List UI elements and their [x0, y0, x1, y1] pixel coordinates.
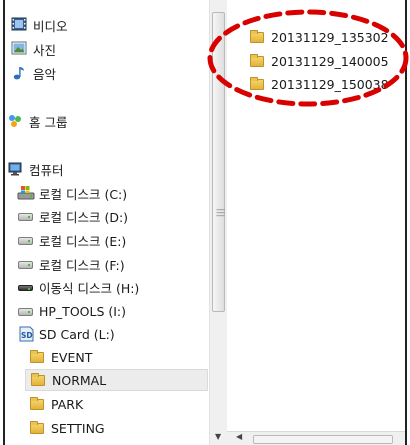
nav-item-folder-event[interactable]: EVENT [29, 346, 92, 368]
removable-drive-icon [17, 279, 35, 295]
homegroup-icon [7, 113, 25, 129]
nav-item-drive-i[interactable]: HP_TOOLS (I:) [17, 300, 126, 322]
nav-item-folder-park[interactable]: PARK [29, 393, 83, 415]
nav-item-label: 홈 그룹 [29, 114, 68, 130]
nav-item-label: SD Card (L:) [39, 326, 115, 342]
folder-icon [29, 420, 47, 436]
grip-icon: — — — [216, 205, 225, 221]
system-drive-icon [17, 185, 35, 201]
nav-item-label: 컴퓨터 [29, 162, 64, 178]
nav-item-label: PARK [51, 396, 84, 412]
navigation-pane: 비디오 사진 음악 홈 그룹 컴퓨터 로컬 디스크 (C:) 로컬 디스크 (D… [5, 0, 209, 445]
hard-drive-icon [17, 256, 35, 272]
nav-item-drive-e[interactable]: 로컬 디스크 (E:) [17, 229, 126, 251]
scroll-down-arrow-icon[interactable]: ▼ [215, 432, 221, 441]
nav-item-drive-f[interactable]: 로컬 디스크 (F:) [17, 253, 125, 275]
nav-item-homegroup[interactable]: 홈 그룹 [7, 110, 67, 132]
scrollbar-thumb[interactable]: — — — [212, 12, 225, 312]
nav-item-drive-d[interactable]: 로컬 디스크 (D:) [17, 205, 128, 227]
pictures-library-icon [11, 41, 29, 57]
nav-item-label: 로컬 디스크 (C:) [39, 186, 128, 202]
file-item[interactable]: 20131129_140005 [249, 50, 389, 72]
nav-item-label: 로컬 디스크 (F:) [39, 257, 125, 273]
computer-icon [7, 161, 25, 177]
file-horizontal-scrollbar[interactable]: ◀ [227, 431, 405, 445]
hard-drive-icon [17, 232, 35, 248]
nav-item-label: 로컬 디스크 (D:) [39, 209, 129, 225]
file-name: 20131129_150038 [271, 76, 389, 92]
nav-item-label: 로컬 디스크 (E:) [39, 233, 127, 249]
folder-icon [30, 372, 48, 388]
file-list-pane: 20131129_135302 20131129_140005 20131129… [227, 0, 405, 445]
nav-item-label: 사진 [33, 42, 57, 58]
file-name: 20131129_135302 [271, 29, 389, 45]
nav-item-label: EVENT [51, 349, 93, 365]
nav-item-video[interactable]: 비디오 [11, 14, 68, 36]
hard-drive-icon [17, 303, 35, 319]
file-item[interactable]: 20131129_150038 [249, 73, 389, 95]
scroll-left-arrow-icon[interactable]: ◀ [236, 432, 242, 441]
scrollbar-thumb[interactable] [253, 435, 393, 444]
music-library-icon [11, 65, 29, 81]
nav-item-music[interactable]: 음악 [11, 62, 56, 84]
nav-item-label: SETTING [51, 420, 105, 436]
nav-item-pictures[interactable]: 사진 [11, 38, 56, 60]
nav-item-label: 음악 [33, 66, 57, 82]
folder-icon [29, 349, 47, 365]
nav-item-label: 이동식 디스크 (H:) [39, 280, 140, 296]
hard-drive-icon [17, 208, 35, 224]
folder-icon [249, 76, 265, 92]
folder-icon [249, 29, 265, 45]
nav-item-computer[interactable]: 컴퓨터 [7, 158, 64, 180]
nav-item-drive-l[interactable]: SD SD Card (L:) [17, 323, 115, 345]
svg-text:SD: SD [21, 331, 33, 340]
file-item[interactable]: 20131129_135302 [249, 26, 389, 48]
explorer-window: 비디오 사진 음악 홈 그룹 컴퓨터 로컬 디스크 (C:) 로컬 디스크 (D… [3, 0, 407, 445]
nav-vertical-scrollbar[interactable]: — — — ▼ [209, 0, 227, 445]
nav-item-label: HP_TOOLS (I:) [39, 303, 127, 319]
nav-item-label: NORMAL [52, 372, 107, 388]
folder-icon [249, 53, 265, 69]
nav-item-folder-normal[interactable]: NORMAL [25, 369, 208, 391]
nav-item-folder-setting[interactable]: SETTING [29, 417, 105, 439]
file-name: 20131129_140005 [271, 53, 389, 69]
nav-item-drive-c[interactable]: 로컬 디스크 (C:) [17, 182, 127, 204]
video-library-icon [11, 17, 29, 33]
nav-item-label: 비디오 [33, 18, 68, 34]
sd-card-icon: SD [17, 326, 35, 342]
nav-item-drive-h[interactable]: 이동식 디스크 (H:) [17, 276, 139, 298]
folder-icon [29, 396, 47, 412]
